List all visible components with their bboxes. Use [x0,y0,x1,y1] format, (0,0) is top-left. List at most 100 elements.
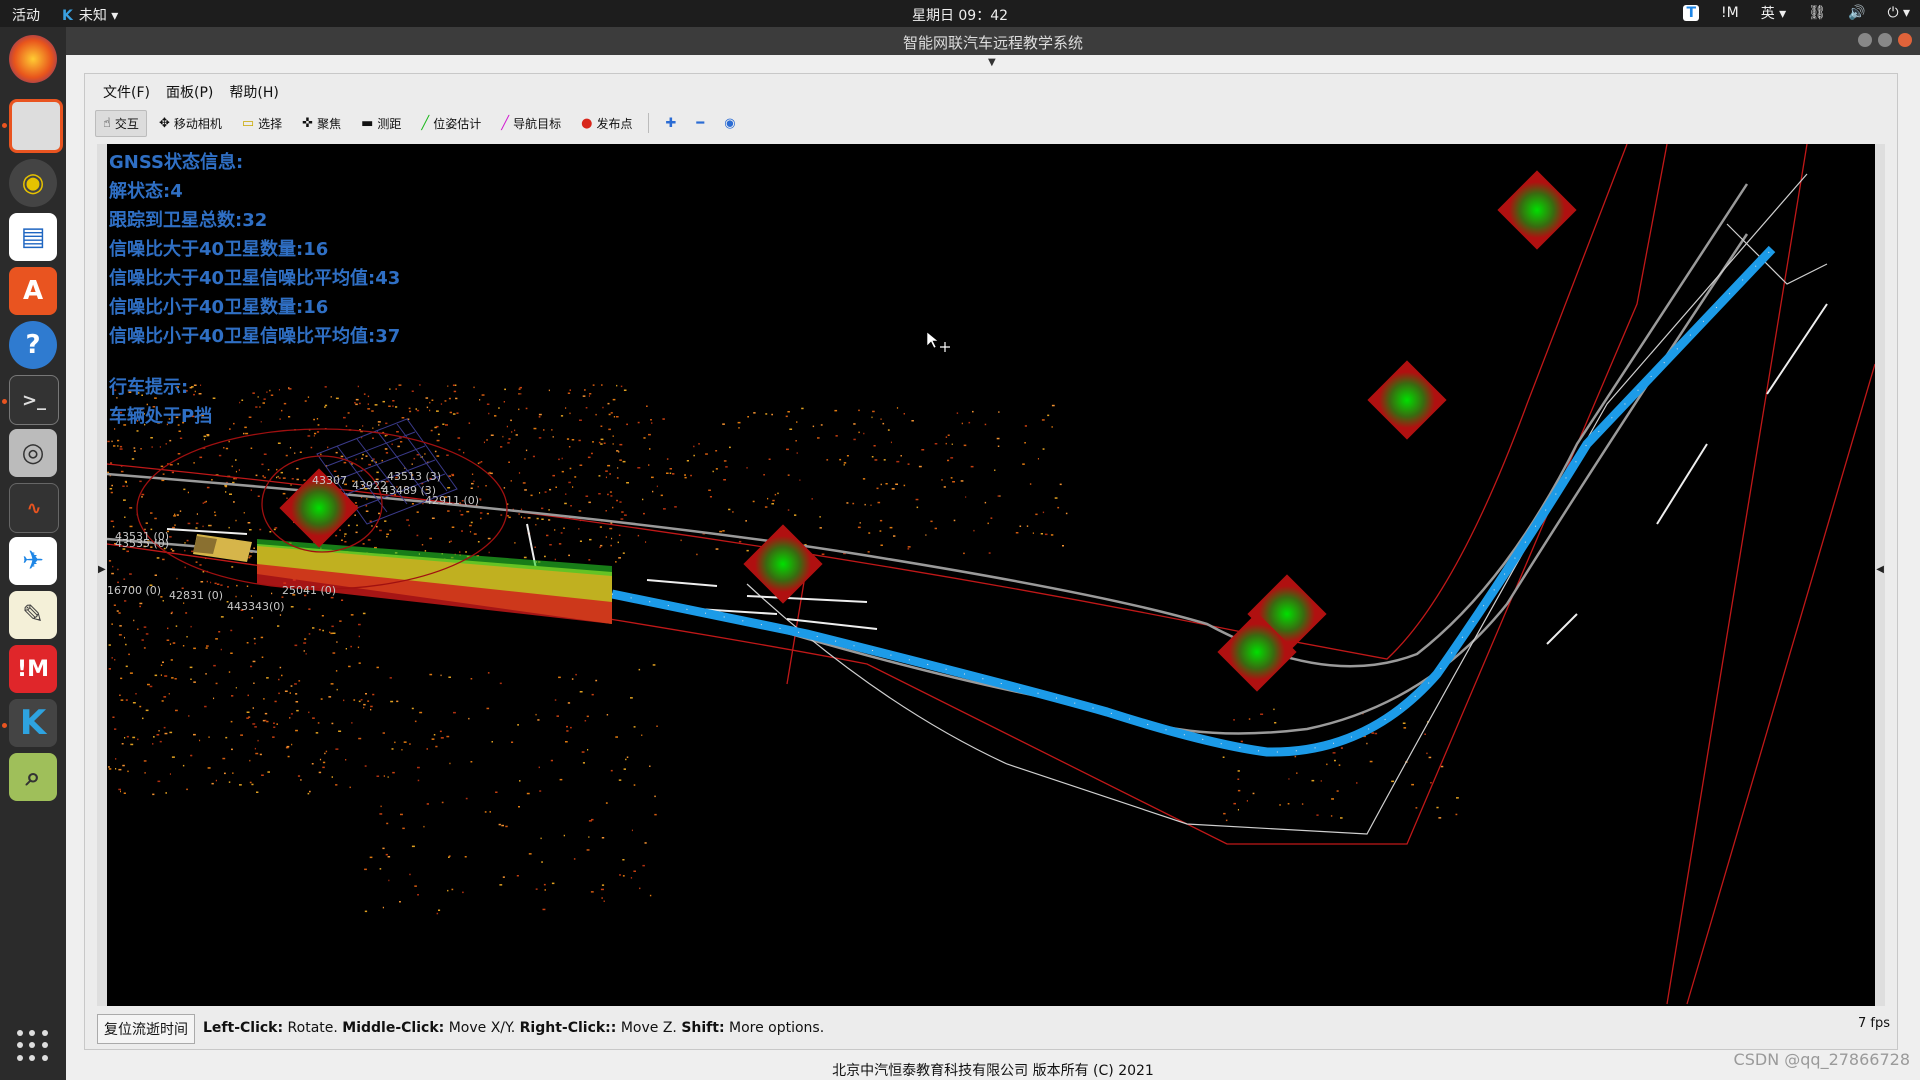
volume-icon[interactable]: 🔊 [1848,5,1865,21]
tool-nav-goal[interactable]: ╱ 导航目标 [493,110,569,137]
tool-select[interactable]: ▭ 选择 [234,110,290,137]
cloud-point [202,502,205,504]
activities-button[interactable]: 活动 [12,5,40,25]
cloud-point [215,779,217,782]
network-icon[interactable]: ⛓ [1808,5,1826,21]
cloud-point [282,477,286,479]
cloud-point [507,442,510,444]
power-icon[interactable]: ⏻ ▾ [1887,5,1910,21]
image-viewer-icon[interactable]: ⌕ [9,753,57,801]
app-menu[interactable]: K 未知 ▾ [62,5,118,25]
reset-time-button[interactable]: 复位流逝时间 [97,1014,195,1044]
tool-move-camera[interactable]: ✥ 移动相机 [151,110,230,137]
cloud-point [171,550,175,552]
menu-panels[interactable]: 面板(P) [166,80,213,102]
firefox-icon[interactable] [9,35,57,83]
cloud-point [231,748,233,751]
cloud-point [560,415,564,417]
right-collapse-arrow-icon[interactable]: ◀ [1876,564,1884,575]
terminal-icon[interactable]: >_ [9,375,59,425]
cloud-point [546,534,549,537]
camera-icon[interactable]: ◎ [9,429,57,477]
cloud-point [123,792,126,794]
cloud-point [436,439,440,442]
files-icon[interactable] [9,99,63,153]
cloud-point [399,901,401,903]
cloud-point [409,410,412,413]
input-method-indicator[interactable]: 英 ▾ [1761,3,1786,23]
tool-focus[interactable]: ✜ 聚焦 [294,110,349,137]
cloud-point [240,734,243,736]
3d-viewport[interactable]: 43307 43922 43513 (3) 43489 (3) 42911 (0) 435… [107,144,1875,1006]
cloud-point [291,743,293,746]
cloud-point [207,434,210,437]
menu-file[interactable]: 文件(F) [103,80,150,102]
cloud-point [411,390,414,392]
cloud-point [401,749,403,751]
cloud-point [308,711,310,714]
cloud-point [408,524,410,527]
cloud-point [264,719,267,722]
kylin-icon[interactable]: K [9,699,57,747]
cloud-point [753,412,756,414]
cloud-point [610,769,613,772]
cloud-point [125,665,128,668]
collapse-top-arrow-icon[interactable]: ▼ [988,57,996,68]
cloud-point [179,510,182,512]
writer-icon[interactable]: ▤ [9,213,57,261]
cloud-point [479,461,481,464]
cloud-point [273,722,275,724]
monitor-icon[interactable]: ∿ [9,483,59,533]
maximize-button[interactable] [1878,33,1892,47]
cloud-point [570,726,572,729]
cloud-point [150,512,153,514]
cloud-point [328,696,332,698]
software-icon[interactable]: A [9,267,57,315]
close-button[interactable] [1898,33,1912,47]
cloud-point [1332,752,1336,754]
help-icon[interactable]: ? [9,321,57,369]
tool-publish-point[interactable]: ● 发布点 [573,110,640,137]
left-collapse-arrow-icon[interactable]: ▶ [98,564,106,575]
cloud-point [249,781,252,784]
cloud-point [256,791,259,793]
cloud-point [1041,419,1045,421]
remove-tool-button[interactable]: ━ [688,111,712,136]
cloud-point [290,484,292,486]
minimize-button[interactable] [1858,33,1872,47]
tool-measure[interactable]: ▬ 测距 [353,110,409,137]
teamviewer-tray-icon[interactable]: T [1683,5,1700,21]
cloud-point [290,685,293,687]
cloud-point [997,495,1000,497]
teamviewer-icon[interactable]: ✈ [9,537,57,585]
tool-interact[interactable]: ☝ 交互 [95,109,147,137]
mi-tray-icon[interactable]: !M [1721,5,1739,21]
cloud-point [108,768,112,770]
cloud-point [921,449,925,451]
cloud-point [263,476,266,479]
menu-help[interactable]: 帮助(H) [229,80,278,102]
tool-properties-button[interactable]: ◉ [716,111,743,136]
clock[interactable]: 星期日 09：42 [0,5,1920,25]
cloud-point [572,486,574,488]
cloud-point [396,431,399,433]
cloud-point [648,464,650,466]
window-titlebar[interactable]: 智能网联汽车远程教学系统 [66,27,1920,55]
cloud-point [508,461,510,463]
tool-pose-estimate[interactable]: ╱ 位姿估计 [413,110,489,137]
rhythmbox-icon[interactable]: ◉ [9,159,57,207]
cloud-point [538,413,542,416]
cloud-point [532,455,535,458]
cloud-point [199,564,202,566]
cloud-point [199,739,201,742]
add-tool-button[interactable]: ✚ [657,111,684,136]
cloud-point [384,448,388,450]
mi-icon[interactable]: !M [9,645,57,693]
cloud-point [507,515,509,517]
text-editor-icon[interactable]: ✎ [9,591,57,639]
show-applications-icon[interactable] [17,1030,49,1062]
cloud-point [355,531,358,534]
cloud-point [341,599,344,601]
cloud-point [330,683,334,685]
cloud-point [654,795,656,798]
